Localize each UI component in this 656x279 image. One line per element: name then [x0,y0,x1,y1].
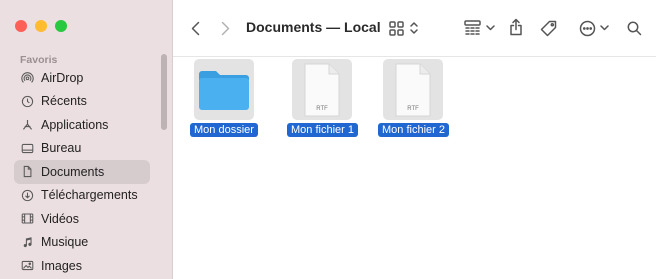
rtf-document-icon: RTF [304,63,340,116]
back-button[interactable] [188,20,202,36]
file-grid: Mon dossier RTF Mon fichier 1 RTF Mon fi… [173,57,656,279]
file-thumbnail: RTF [383,59,444,120]
sidebar-item-label: Vidéos [41,211,79,226]
folder-icon [198,70,249,110]
sidebar-item-telechargements[interactable]: Téléchargements [14,184,150,208]
file-name-label: Mon fichier 2 [378,123,449,137]
sidebar-item-label: AirDrop [41,70,84,85]
applications-icon [22,120,33,130]
file-thumbnail: RTF [292,59,353,120]
sidebar-section-title: Favoris [20,54,58,66]
search-button[interactable] [625,19,643,37]
sidebar-list: AirDrop Récents Applications Bureau Docu… [14,66,150,278]
toolbar: Documents — Local [173,0,656,57]
file-item-rtf[interactable]: RTF Mon fichier 1 [287,59,358,137]
photo-icon [21,261,34,271]
share-button[interactable] [508,17,524,37]
window-controls [15,20,67,32]
file-name-label: Mon fichier 1 [287,123,358,137]
finder-window: Favoris AirDrop Récents Applications Bur… [0,0,656,279]
share-icon [510,18,522,36]
airdrop-icon [21,72,34,83]
group-icon [463,20,481,35]
sidebar-item-label: Documents [41,164,105,179]
tag-icon [540,20,556,36]
film-icon [21,213,34,224]
sidebar-item-applications[interactable]: Applications [14,113,150,137]
close-button[interactable] [15,20,27,32]
rtf-document-icon: RTF [395,63,431,116]
ellipsis-circle-icon [579,20,596,36]
clock-icon [21,95,34,107]
sidebar-item-recents[interactable]: Récents [14,90,150,114]
sidebar-item-videos[interactable]: Vidéos [14,207,150,231]
minimize-button[interactable] [35,20,47,32]
grid-view-icon [389,20,404,36]
chevron-down-icon [485,24,495,30]
chevron-left-icon [191,21,199,35]
file-item-folder[interactable]: Mon dossier [190,59,258,137]
window-title: Documents — Local [246,19,381,35]
sidebar-item-documents[interactable]: Documents [14,160,150,184]
sidebar-item-label: Téléchargements [41,188,138,203]
document-icon [23,166,32,178]
search-icon [627,21,641,35]
desktop-icon [21,143,34,153]
forward-button[interactable] [218,20,232,36]
sidebar-item-airdrop[interactable]: AirDrop [14,66,150,90]
sidebar: Favoris AirDrop Récents Applications Bur… [0,0,173,279]
more-actions-button[interactable] [578,19,610,37]
chevron-down-icon [600,25,609,31]
file-name-label: Mon dossier [190,123,258,137]
view-mode-button[interactable] [387,20,421,36]
file-thumbnail [193,59,254,120]
sidebar-item-images[interactable]: Images [14,254,150,278]
zoom-button[interactable] [55,20,67,32]
chevron-right-icon [221,21,229,35]
updown-chevron-icon [410,22,418,34]
sidebar-item-label: Musique [41,235,89,250]
sidebar-item-bureau[interactable]: Bureau [14,137,150,161]
download-icon [21,189,34,201]
file-ext-label: RTF [408,106,420,112]
sidebar-item-label: Récents [41,94,87,109]
group-button[interactable] [462,19,496,36]
file-item-rtf[interactable]: RTF Mon fichier 2 [378,59,449,137]
sidebar-item-label: Applications [41,117,109,132]
music-icon [23,236,32,247]
file-ext-label: RTF [317,106,329,112]
sidebar-item-label: Bureau [41,141,82,156]
sidebar-scrollbar[interactable] [161,54,167,130]
tag-button[interactable] [539,19,557,37]
sidebar-item-label: Images [41,258,82,273]
sidebar-item-musique[interactable]: Musique [14,231,150,255]
